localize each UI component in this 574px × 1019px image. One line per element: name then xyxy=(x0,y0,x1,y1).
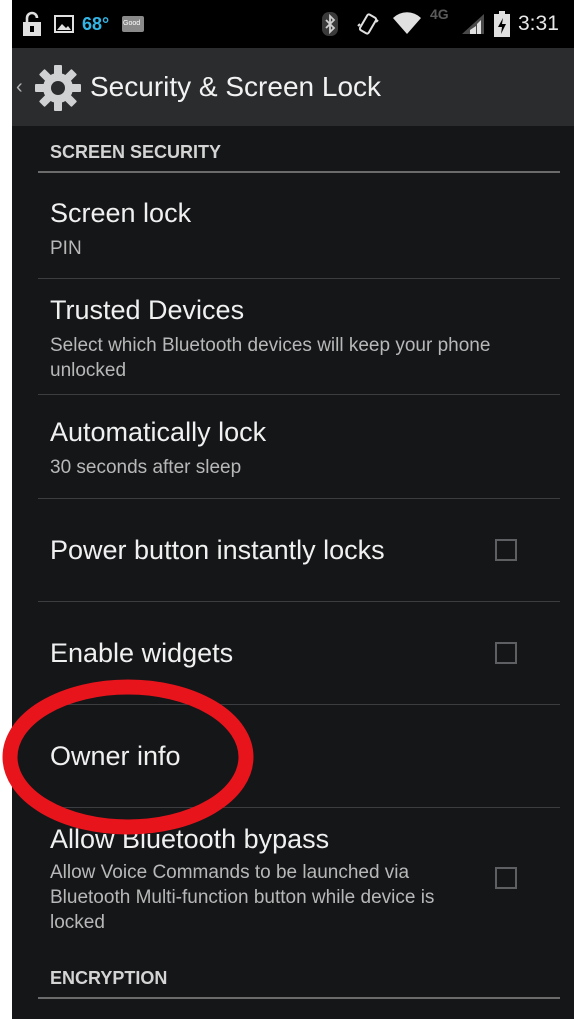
bluetooth-bypass-checkbox[interactable] xyxy=(495,867,517,889)
pref-owner-info[interactable]: Owner info xyxy=(38,705,560,808)
pref-title: Owner info xyxy=(50,741,181,771)
vibrate-icon xyxy=(356,0,380,48)
category-label: ENCRYPTION xyxy=(50,967,168,988)
signal-icon xyxy=(460,0,486,48)
wifi-icon xyxy=(392,0,422,48)
pref-title: Automatically lock xyxy=(50,417,267,447)
pref-summary: Allow Voice Commands to be launched via … xyxy=(50,862,435,933)
settings-screen: 68° Good 4G 3:31 ‹ Security & Screen Loc… xyxy=(12,0,574,1019)
action-bar: ‹ Security & Screen Lock xyxy=(12,48,574,126)
category-divider xyxy=(38,171,560,173)
pref-trusted-devices[interactable]: Trusted Devices Select which Bluetooth d… xyxy=(38,279,560,395)
gear-icon[interactable] xyxy=(32,62,84,114)
battery-charging-icon xyxy=(494,0,510,48)
clock: 3:31 xyxy=(518,12,559,35)
temperature: 68° xyxy=(82,13,110,34)
network-type: 4G xyxy=(430,6,449,22)
pref-automatically-lock[interactable]: Automatically lock 30 seconds after slee… xyxy=(38,395,560,499)
pref-title: Enable widgets xyxy=(50,638,234,668)
pref-power-button-instantly-locks[interactable]: Power button instantly locks xyxy=(38,499,560,602)
chevron-left-icon[interactable]: ‹ xyxy=(16,48,23,126)
pref-summary: 30 seconds after sleep xyxy=(50,457,242,478)
image-icon xyxy=(54,0,74,48)
pref-title: Trusted Devices xyxy=(50,295,245,325)
category-screen-security: SCREEN SECURITY xyxy=(38,133,560,173)
enable-widgets-checkbox[interactable] xyxy=(495,642,517,664)
category-divider xyxy=(38,997,560,999)
pref-title: Allow Bluetooth bypass xyxy=(50,824,330,854)
pref-title: Screen lock xyxy=(50,198,192,228)
pref-summary: PIN xyxy=(50,238,82,259)
bluetooth-icon xyxy=(322,0,338,48)
pref-allow-bluetooth-bypass[interactable]: Allow Bluetooth bypass Allow Voice Comma… xyxy=(38,808,560,958)
category-encryption: ENCRYPTION xyxy=(38,959,560,999)
page-title: Security & Screen Lock xyxy=(90,71,382,102)
pref-title: Power button instantly locks xyxy=(50,535,385,565)
power-button-lock-checkbox[interactable] xyxy=(495,539,517,561)
category-label: SCREEN SECURITY xyxy=(50,141,222,162)
pref-enable-widgets[interactable]: Enable widgets xyxy=(38,602,560,705)
status-bar: 68° Good 4G 3:31 xyxy=(12,0,574,48)
pref-screen-lock[interactable]: Screen lock PIN xyxy=(38,176,560,279)
weather-badge: Good xyxy=(122,0,144,48)
unlock-icon xyxy=(22,0,42,48)
pref-summary: Select which Bluetooth devices will keep… xyxy=(50,335,491,381)
